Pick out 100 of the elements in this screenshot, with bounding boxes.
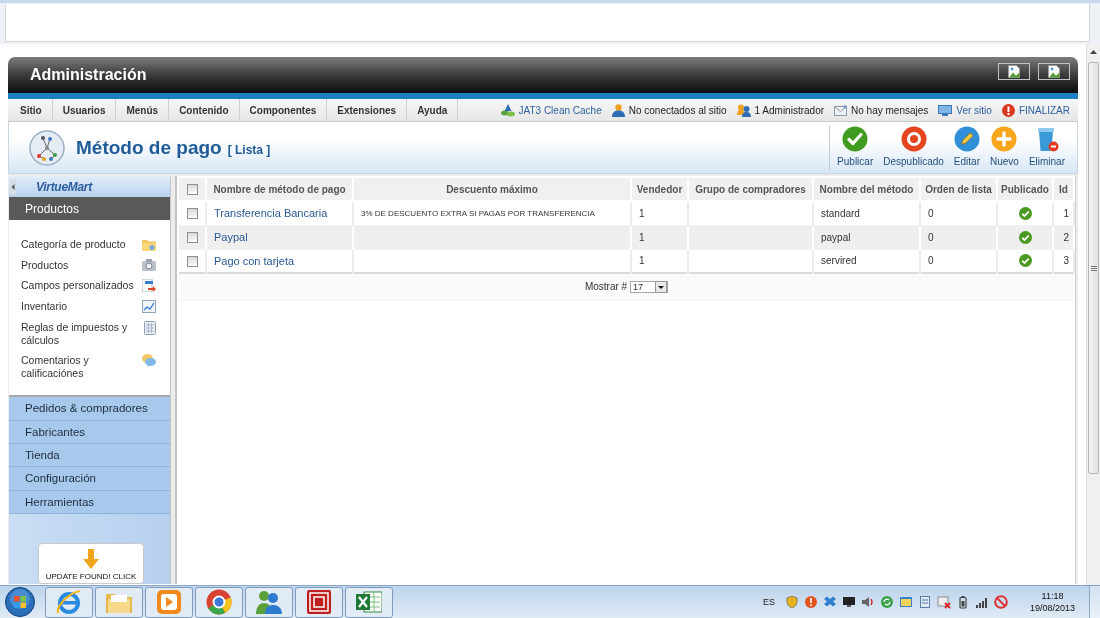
shield-icon[interactable] [784,595,799,609]
crossed-screen-icon[interactable] [936,595,951,609]
check-circle-icon [842,125,869,152]
check-circle-icon[interactable] [1018,206,1032,220]
sidebar-link[interactable]: Productos [21,258,69,272]
taskbar-button[interactable] [195,586,243,618]
column-header[interactable]: Vendedor [631,178,688,201]
sidebar-section[interactable]: Herramientas [9,490,170,515]
update-text: UPDATE FOUND! CLICK [45,572,137,582]
caret-down-icon [655,280,668,293]
column-header[interactable]: Grupo de compradores [688,178,813,201]
scrollbar-thumb[interactable] [1088,62,1099,474]
framed-tile-icon [307,590,331,614]
sidebar-section[interactable]: Configuración [9,467,170,491]
column-header[interactable]: Nombre de método de pago [206,178,353,201]
collapse-icon[interactable] [10,178,16,195]
sidebar-link[interactable]: Categoría de producto [21,237,126,251]
page-title: Método de pago [76,136,222,159]
show-desktop-button[interactable] [1089,586,1100,618]
column-header[interactable]: Id [1053,178,1074,201]
check-circle-icon[interactable] [1018,254,1032,268]
menu-item[interactable]: Contenido [169,99,240,121]
check-circle-icon[interactable] [1018,230,1032,244]
camera-icon [142,258,156,271]
taskbar-button[interactable] [95,586,143,618]
menu-item[interactable]: Extensiones [327,99,408,121]
sidebar-section[interactable]: Fabricantes [9,420,170,444]
colored-ring-icon [206,589,232,615]
speaker-icon[interactable] [860,595,875,609]
alert-icon[interactable] [803,595,818,609]
blocked-icon[interactable] [993,595,1008,609]
column-header[interactable]: Publicado [997,178,1053,201]
note-icon[interactable] [917,595,932,609]
taskbar-button[interactable] [145,586,193,618]
signal-icon[interactable] [974,595,989,609]
spreadsheet-icon [356,590,382,614]
language-indicator[interactable]: ES [762,597,775,607]
globe-network-icon [29,129,65,166]
taskbar-button[interactable] [245,586,293,618]
toolbar-button[interactable]: Despublicado [878,125,949,170]
toolbar-button[interactable]: Publicar [832,125,879,170]
toolbar-button[interactable]: Eliminar [1023,125,1070,170]
status-link[interactable]: Ver sitio [956,104,992,116]
taskbar-button[interactable] [345,586,393,618]
alert-icon [1001,103,1015,117]
select-all-checkbox[interactable] [186,183,198,195]
users-icon [736,103,751,117]
menu-item[interactable]: Sitio [10,99,53,121]
toolbar-button[interactable]: Editar [948,125,985,170]
image-button[interactable] [1038,62,1070,80]
person-icon [611,103,625,117]
column-header[interactable]: Descuento máximo [353,178,631,201]
browser-e-icon [56,589,82,615]
payment-method-link[interactable]: Transferencia Bancaria [214,207,328,220]
menu-item[interactable]: Usuarios [52,99,117,121]
logo-text: VirtueMart [36,179,92,194]
status-text: No conectados al sitio [628,104,727,116]
play-icon [157,590,181,614]
menu-item[interactable]: Menús [116,99,170,121]
column-header[interactable]: Nombre del método [813,178,920,201]
payment-method-link[interactable]: Pago con tarjeta [214,254,295,267]
menu-item[interactable]: Ayuda [407,99,459,121]
app-title: Administración [30,66,148,84]
monitor-icon[interactable] [841,595,856,609]
page-size-label: Mostrar # [584,281,628,293]
pencil-icon [953,125,980,152]
row-checkbox[interactable] [186,255,198,267]
row-checkbox[interactable] [186,208,198,220]
sync-icon[interactable] [879,595,894,609]
clock-date[interactable]: 19/08/2013 [1029,602,1075,614]
sidebar-section[interactable]: Productos [9,197,170,220]
window-icon[interactable] [898,595,913,609]
taskbar-button[interactable] [45,586,93,618]
sidebar-section[interactable]: Pedidos & compradores [9,397,170,421]
sidebar-link[interactable]: Reglas de impuestos y cálculos [21,321,141,347]
taskbar-button[interactable] [295,586,343,618]
down-arrow-icon [83,549,99,570]
image-button[interactable] [998,62,1030,80]
leaves-icon [500,103,515,117]
sidebar-section[interactable]: Tienda [9,443,170,468]
start-orb-icon[interactable] [4,587,36,617]
column-header[interactable]: Orden de lista [920,178,997,201]
toolbar-button[interactable]: Nuevo [984,125,1024,170]
sidebar-link[interactable]: Inventario [21,300,68,313]
status-text: No hay mensajes [851,104,929,116]
update-notice[interactable]: UPDATE FOUND! CLICK [38,543,144,584]
plus-circle-icon [991,125,1018,152]
envelope-icon [834,104,848,116]
payment-method-link[interactable]: Paypal [214,231,248,243]
clock-time[interactable]: 11:18 [1041,590,1064,602]
row-checkbox[interactable] [186,231,198,243]
status-link[interactable]: FINALIZAR [1018,104,1070,116]
status-link[interactable]: JAT3 Clean Cache [518,104,602,116]
grip-icon [1090,265,1097,271]
folder-icon [106,591,132,613]
menu-item[interactable]: Componentes [239,99,328,121]
sidebar-link[interactable]: Comentarios y calificaciónes [21,354,141,380]
page-size-select[interactable]: 17 [630,280,669,293]
sidebar-link[interactable]: Campos personalizados [21,279,134,292]
broken-image-icon [1008,64,1020,78]
